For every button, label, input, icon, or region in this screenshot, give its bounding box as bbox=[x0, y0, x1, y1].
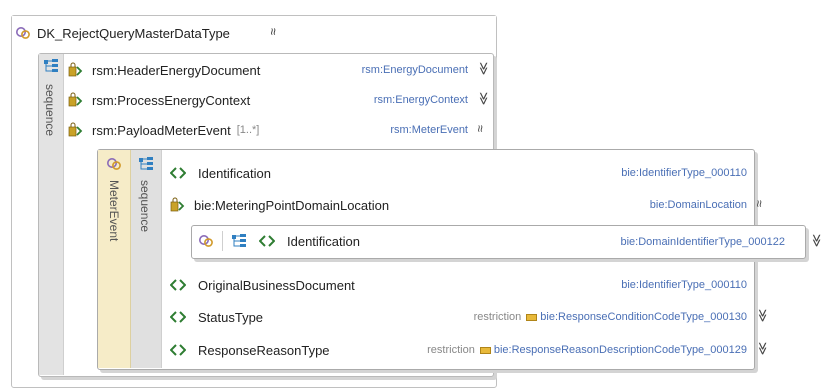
meter-event-band: MeterEvent bbox=[98, 150, 131, 368]
meter-event-sequence-label: sequence bbox=[138, 180, 152, 233]
element-icon bbox=[68, 92, 83, 107]
element-type: bie:IdentifierType_000110 bbox=[621, 279, 747, 291]
element-type: rsm:EnergyContext bbox=[373, 94, 468, 106]
restriction-icon bbox=[526, 313, 538, 321]
expand-chevron[interactable]: ≫ bbox=[476, 92, 491, 106]
simple-element-icon bbox=[259, 235, 275, 247]
element-type: bie:ResponseReasonDescriptionCodeType_00… bbox=[493, 344, 747, 356]
element-row-metering-point-domain-location[interactable]: bie:MeteringPointDomainLocation bbox=[170, 195, 389, 215]
expand-chevron[interactable]: ≫ bbox=[755, 309, 770, 323]
element-row-process-energy-context[interactable]: rsm:ProcessEnergyContext bbox=[68, 90, 250, 110]
outer-sequence-label: sequence bbox=[43, 84, 57, 137]
element-type: rsm:EnergyDocument bbox=[361, 64, 468, 76]
expand-chevron[interactable]: ≫ bbox=[755, 342, 770, 356]
sequence-icon bbox=[232, 234, 246, 247]
complex-type-icon bbox=[199, 235, 213, 247]
root-title: DK_RejectQueryMasterDataType bbox=[37, 25, 230, 41]
element-name: StatusType bbox=[198, 309, 264, 325]
collapse-chevron[interactable]: ≈ bbox=[473, 125, 488, 132]
element-name: ResponseReasonType bbox=[198, 342, 330, 358]
expand-chevron[interactable]: ≫ bbox=[809, 234, 824, 248]
sequence-icon bbox=[44, 59, 58, 72]
element-name: rsm:ProcessEnergyContext bbox=[92, 92, 251, 108]
complex-type-icon bbox=[16, 27, 30, 39]
element-type: bie:DomainIdentifierType_000122 bbox=[620, 236, 785, 248]
attribute-row-identification[interactable]: Identification bbox=[170, 163, 271, 183]
collapse-chevron[interactable]: ≈ bbox=[752, 200, 767, 207]
attribute-row-response-reason-type[interactable]: ResponseReasonType bbox=[170, 340, 330, 360]
element-type: bie:ResponseConditionCodeType_000130 bbox=[540, 311, 747, 323]
root-header[interactable]: DK_RejectQueryMasterDataType bbox=[15, 22, 230, 44]
element-icon bbox=[170, 197, 185, 212]
element-row-header-energy-document[interactable]: rsm:HeaderEnergyDocument bbox=[68, 60, 260, 80]
element-icon bbox=[68, 122, 83, 137]
sequence-icon bbox=[139, 157, 153, 170]
element-name: OriginalBusinessDocument bbox=[198, 277, 355, 293]
element-name: Identification bbox=[287, 233, 360, 249]
divider bbox=[222, 231, 223, 251]
simple-element-icon bbox=[170, 167, 186, 179]
root-collapse-chevron[interactable]: ≈ bbox=[266, 28, 281, 35]
meter-event-sequence-band: sequence bbox=[131, 150, 162, 368]
attribute-row-status-type[interactable]: StatusType bbox=[170, 307, 263, 327]
element-type: bie:DomainLocation bbox=[649, 199, 747, 211]
element-type: rsm:MeterEvent bbox=[390, 124, 468, 136]
expand-chevron[interactable]: ≫ bbox=[476, 62, 491, 76]
restriction-group: restriction bie:ResponseReasonDescriptio… bbox=[427, 344, 747, 356]
element-name: rsm:PayloadMeterEvent bbox=[92, 122, 231, 138]
element-name: rsm:HeaderEnergyDocument bbox=[92, 62, 261, 78]
restriction-group: restriction bie:ResponseConditionCodeTyp… bbox=[474, 311, 747, 323]
element-row-payload-meter-event[interactable]: rsm:PayloadMeterEvent [1..*] bbox=[68, 120, 259, 140]
simple-element-icon bbox=[170, 344, 186, 356]
element-name: Identification bbox=[198, 165, 271, 181]
simple-element-icon bbox=[170, 311, 186, 323]
restriction-label: restriction bbox=[473, 311, 522, 323]
element-name: bie:MeteringPointDomainLocation bbox=[194, 197, 390, 213]
restriction-label: restriction bbox=[427, 344, 475, 356]
complex-type-icon bbox=[107, 158, 121, 170]
restriction-icon bbox=[479, 346, 491, 354]
domain-location-row[interactable]: Identification bbox=[198, 231, 360, 251]
simple-element-icon bbox=[170, 279, 186, 291]
element-icon bbox=[68, 62, 83, 77]
element-type: bie:IdentifierType_000110 bbox=[621, 167, 747, 179]
meter-event-label: MeterEvent bbox=[107, 180, 121, 242]
element-occurrence: [1..*] bbox=[236, 124, 260, 136]
outer-sequence-band: sequence bbox=[39, 54, 64, 375]
attribute-row-original-business-document[interactable]: OriginalBusinessDocument bbox=[170, 275, 355, 295]
